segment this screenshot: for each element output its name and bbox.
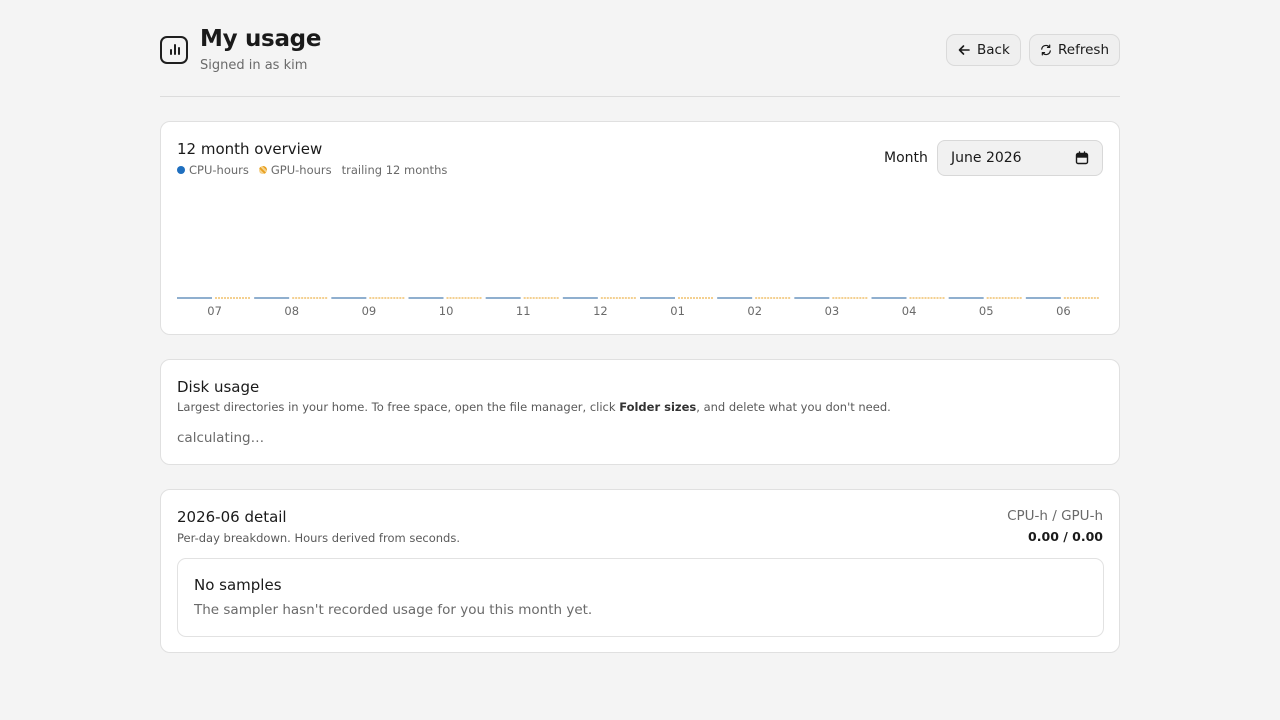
overview-card: 12 month overview CPU-hours GPU-hours tr… <box>160 121 1120 335</box>
empty-state-text: The sampler hasn't recorded usage for yo… <box>194 602 593 618</box>
x-tick-label: 04 <box>902 304 917 318</box>
back-button-label: Back <box>977 42 1010 58</box>
detail-title: 2026-06 detail <box>177 508 287 526</box>
page-header: My usage Signed in as kim Back Refresh <box>160 0 1120 97</box>
detail-metric-label: CPU-h / GPU-h <box>1007 508 1103 524</box>
x-tick-label: 08 <box>284 304 299 318</box>
x-tick-label: 05 <box>979 304 994 318</box>
x-tick-label: 12 <box>593 304 608 318</box>
back-button[interactable]: Back <box>946 34 1021 66</box>
disk-desc-text: Largest directories in your home. To fre… <box>177 400 620 414</box>
month-picker[interactable]: June 2026 <box>937 140 1103 176</box>
gpu-swatch-icon <box>258 166 267 174</box>
x-tick-label: 02 <box>747 304 762 318</box>
refresh-button[interactable]: Refresh <box>1029 34 1120 66</box>
x-tick-label: 09 <box>362 304 377 318</box>
legend-cpu: CPU-hours <box>177 163 249 177</box>
detail-description: Per-day breakdown. Hours derived from se… <box>177 531 461 545</box>
x-tick-label: 07 <box>207 304 222 318</box>
legend-gpu: GPU-hours <box>258 163 332 177</box>
disk-desc-text-end: , and delete what you don't need. <box>696 400 891 414</box>
disk-status: calculating… <box>177 430 265 446</box>
x-tick-label: 06 <box>1056 304 1071 318</box>
month-label: Month <box>884 150 928 166</box>
legend-cpu-label: CPU-hours <box>189 163 249 177</box>
x-tick-label: 11 <box>516 304 531 318</box>
x-tick-label: 01 <box>670 304 685 318</box>
page: My usage Signed in as kim Back Refresh 1… <box>160 0 1120 653</box>
folder-sizes-label: Folder sizes <box>619 400 697 414</box>
usage-chart: 07 08 09 10 11 12 01 02 03 04 05 06 <box>177 297 1099 318</box>
refresh-icon <box>1041 44 1051 56</box>
chart-legend: CPU-hours GPU-hours trailing 12 months <box>177 163 447 177</box>
refresh-button-label: Refresh <box>1058 42 1109 58</box>
x-tick-label: 10 <box>439 304 454 318</box>
legend-note: trailing 12 months <box>341 163 448 177</box>
legend-gpu-label: GPU-hours <box>270 163 332 177</box>
disk-usage-title: Disk usage <box>177 378 260 396</box>
signed-in-text: Signed in as kim <box>200 58 308 73</box>
month-value: June 2026 <box>951 150 1022 166</box>
disk-usage-card: Disk usage Largest directories in your h… <box>160 359 1120 465</box>
page-title: My usage <box>200 26 322 52</box>
detail-metric-value: 0.00 / 0.00 <box>1028 529 1103 544</box>
bar-chart-icon <box>160 36 188 64</box>
calendar-icon[interactable] <box>1075 151 1089 165</box>
overview-title: 12 month overview <box>177 140 323 158</box>
empty-state: No samples The sampler hasn't recorded u… <box>177 558 1104 637</box>
x-tick-label: 03 <box>825 304 840 318</box>
month-detail-card: 2026-06 detail Per-day breakdown. Hours … <box>160 489 1120 653</box>
empty-state-title: No samples <box>194 576 282 594</box>
arrow-left-icon <box>958 45 970 55</box>
cpu-swatch-icon <box>177 166 185 174</box>
disk-usage-description: Largest directories in your home. To fre… <box>177 400 891 414</box>
